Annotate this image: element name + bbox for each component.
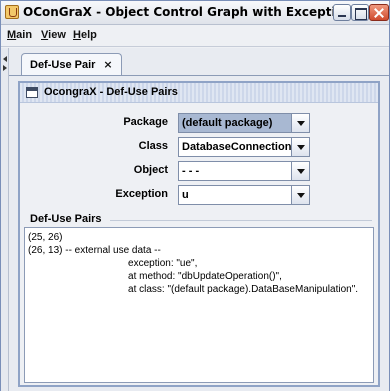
class-select-value: DatabaseConnection bbox=[182, 141, 292, 153]
menu-main-label: ain bbox=[16, 29, 33, 41]
package-dropdown-icon[interactable] bbox=[291, 114, 309, 132]
menu-help-label: elp bbox=[80, 29, 97, 41]
package-select[interactable]: (default package) bbox=[178, 113, 310, 133]
expand-right-icon[interactable] bbox=[3, 65, 7, 71]
class-select[interactable]: DatabaseConnection bbox=[178, 137, 310, 157]
menu-main-mnemonic: M bbox=[7, 29, 17, 41]
group-separator bbox=[110, 220, 372, 221]
menu-help[interactable]: Help bbox=[73, 29, 97, 41]
package-select-value: (default package) bbox=[182, 117, 273, 129]
exception-label: Exception bbox=[115, 188, 168, 200]
internal-frame: OcongraX - Def-Use Pairs Package (defaul… bbox=[18, 81, 380, 387]
menu-bar: Main View Help bbox=[1, 25, 389, 47]
tab-content: OcongraX - Def-Use Pairs Package (defaul… bbox=[9, 75, 389, 391]
menu-view-label: iew bbox=[48, 29, 66, 41]
object-label: Object bbox=[133, 164, 168, 176]
menu-help-mnemonic: H bbox=[73, 29, 81, 41]
package-label: Package bbox=[123, 116, 168, 128]
object-select-value: - - - bbox=[182, 165, 200, 177]
menu-view[interactable]: View bbox=[41, 29, 66, 41]
tab-label: Def-Use Pair bbox=[30, 58, 96, 71]
title-bar[interactable]: OConGraX - Object Control Graph with Exc… bbox=[1, 1, 389, 25]
menu-main[interactable]: Main bbox=[7, 29, 32, 41]
tab-def-use-pair[interactable]: Def-Use Pair × bbox=[21, 53, 122, 75]
class-label: Class bbox=[138, 140, 168, 152]
minimize-button[interactable] bbox=[333, 4, 351, 21]
collapse-left-icon[interactable] bbox=[3, 56, 7, 62]
object-select[interactable]: - - - bbox=[178, 161, 310, 181]
object-dropdown-icon[interactable] bbox=[291, 162, 309, 180]
close-window-button[interactable] bbox=[369, 4, 389, 21]
def-use-pairs-group-label: Def-Use Pairs bbox=[30, 213, 102, 225]
internal-frame-title-bar[interactable]: OcongraX - Def-Use Pairs bbox=[20, 83, 378, 103]
exception-select[interactable]: u bbox=[178, 185, 310, 205]
maximize-button[interactable] bbox=[351, 4, 369, 21]
exception-select-value: u bbox=[182, 189, 189, 201]
tab-strip: Def-Use Pair × bbox=[9, 48, 389, 76]
application-window: OConGraX - Object Control Graph with Exc… bbox=[0, 0, 390, 391]
exception-dropdown-icon[interactable] bbox=[291, 186, 309, 204]
split-pane-divider[interactable] bbox=[1, 48, 9, 391]
frame-icon bbox=[26, 87, 38, 98]
class-dropdown-icon[interactable] bbox=[291, 138, 309, 156]
window-title: OConGraX - Object Control Graph with Exc… bbox=[23, 5, 360, 19]
java-app-icon bbox=[5, 5, 19, 19]
def-use-pairs-textarea[interactable]: (25, 26) (26, 13) -- external use data -… bbox=[24, 227, 374, 383]
tab-close-icon[interactable]: × bbox=[103, 58, 112, 71]
internal-frame-title: OcongraX - Def-Use Pairs bbox=[44, 86, 178, 98]
